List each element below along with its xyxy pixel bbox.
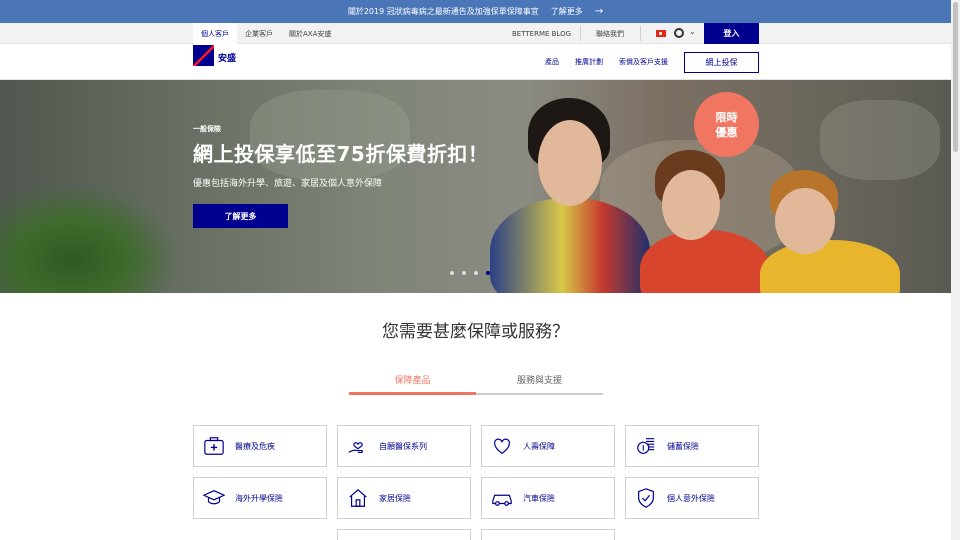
product-card-medical[interactable]: 醫療及危疾	[193, 425, 327, 467]
login-button[interactable]: 登入	[704, 23, 759, 44]
medical-kit-icon	[204, 437, 224, 455]
hero-eyebrow: 一般保險	[193, 125, 221, 133]
product-card-vhis[interactable]: 自願醫保系列	[337, 425, 471, 467]
announcement-bar: 關於2019 冠狀病毒病之最新通告及加強保單保障事宜 了解更多 →	[0, 0, 951, 23]
product-card-home[interactable]: 家居保險	[337, 477, 471, 519]
limited-offer-badge: 限時 優惠	[694, 92, 759, 157]
product-card-study-abroad[interactable]: 海外升學保險	[193, 477, 327, 519]
scrollbar-thumb[interactable]	[953, 2, 958, 152]
badge-line: 優惠	[715, 125, 738, 139]
tab-active-underline	[349, 392, 476, 395]
main-nav: 安盛 產品 推廣計劃 索償及客戶支援 網上投保	[0, 44, 951, 80]
shield-icon	[638, 488, 654, 508]
product-card-partial[interactable]	[337, 529, 471, 540]
graduation-cap-icon	[203, 490, 225, 505]
tab-underline	[476, 393, 603, 395]
person-figure	[760, 240, 900, 293]
divider	[640, 26, 641, 41]
product-label: 儲蓄保險	[667, 441, 699, 451]
product-label: 自願醫保系列	[379, 441, 427, 451]
product-label: 醫療及危疾	[235, 441, 275, 451]
hero-title: 網上投保享低至75折保費折扣！	[193, 142, 489, 166]
tab-corporate-customers[interactable]: 企業客戶	[237, 23, 281, 44]
product-label: 人壽保障	[523, 441, 555, 451]
announcement-text: 關於2019 冠狀病毒病之最新通告及加強保單保障事宜	[347, 7, 539, 16]
hero-subtitle: 優惠包括海外升學、旅遊、家居及個人意外保障	[193, 179, 383, 189]
section-tabs: 保障產品 服務與支援	[349, 369, 603, 395]
heart-icon	[494, 438, 510, 455]
carousel-dots	[450, 271, 490, 275]
hero-background	[820, 100, 940, 180]
plant-image	[0, 183, 180, 293]
product-label: 家居保險	[379, 493, 411, 503]
carousel-dot[interactable]	[474, 271, 478, 275]
product-card-partial[interactable]	[481, 529, 615, 540]
badge-line: 限時	[715, 110, 738, 124]
axa-logo[interactable]	[193, 45, 214, 66]
nav-claims-support[interactable]: 索償及客戶支援	[619, 57, 668, 67]
nav-products[interactable]: 產品	[545, 57, 559, 67]
coins-icon	[637, 438, 655, 454]
product-label: 汽車保險	[523, 493, 555, 503]
tab-about-axa[interactable]: 關於AXA安盛	[281, 23, 339, 44]
hk-flag-icon[interactable]	[656, 30, 666, 37]
person-figure	[775, 188, 835, 254]
tab-services[interactable]: 服務與支援	[476, 373, 603, 386]
person-figure	[662, 170, 720, 240]
hero-banner: 一般保險 網上投保享低至75折保費折扣！ 優惠包括海外升學、旅遊、家居及個人意外…	[0, 80, 951, 293]
hand-heart-icon	[348, 442, 363, 454]
car-icon	[492, 494, 512, 506]
arrow-right-icon[interactable]: →	[595, 6, 603, 17]
person-figure	[490, 198, 650, 293]
tab-products[interactable]: 保障產品	[349, 373, 476, 386]
nav-promotions[interactable]: 推廣計劃	[575, 57, 603, 67]
product-card-personal-accident[interactable]: 個人意外保險	[625, 477, 759, 519]
tab-personal-customers[interactable]: 個人客戶	[193, 23, 237, 44]
brand-name[interactable]: 安盛	[218, 51, 236, 64]
hero-learn-more-button[interactable]: 了解更多	[193, 204, 288, 228]
buy-online-button[interactable]: 網上投保	[684, 52, 759, 73]
product-card-motor[interactable]: 汽車保險	[481, 477, 615, 519]
utility-nav: 個人客戶 企業客戶 關於AXA安盛 BETTERME BLOG 聯絡我們 ⌄ 登…	[0, 23, 951, 44]
blog-link[interactable]: BETTERME BLOG	[504, 23, 579, 44]
product-card-savings[interactable]: 儲蓄保險	[625, 425, 759, 467]
contact-link[interactable]: 聯絡我們	[588, 23, 632, 44]
carousel-dot[interactable]	[450, 271, 454, 275]
person-figure	[538, 120, 602, 206]
announcement-link[interactable]: 了解更多	[551, 6, 583, 17]
carousel-dot[interactable]	[462, 271, 466, 275]
product-card-life[interactable]: 人壽保障	[481, 425, 615, 467]
globe-icon[interactable]	[674, 28, 684, 38]
product-label: 海外升學保險	[235, 493, 283, 503]
carousel-dot-active[interactable]	[486, 271, 490, 275]
product-label: 個人意外保險	[667, 493, 715, 503]
house-icon	[349, 488, 367, 507]
divider	[580, 26, 581, 41]
section-title: 您需要甚麼保障或服務？	[382, 322, 569, 342]
chevron-down-icon[interactable]: ⌄	[689, 27, 696, 36]
